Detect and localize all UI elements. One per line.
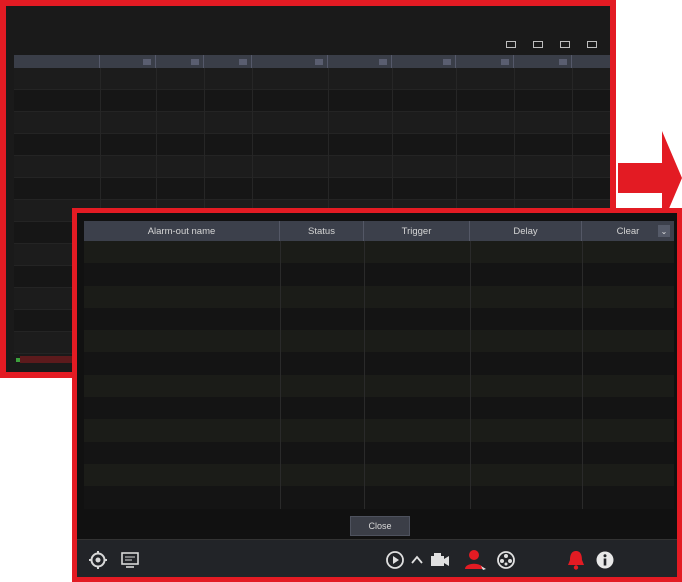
play-icon[interactable] [383,548,407,572]
background-column-header[interactable] [156,55,204,68]
chevron-down-icon[interactable]: ⌄ [658,225,670,237]
camera-reel-icon[interactable] [493,548,519,572]
background-column-header[interactable] [252,55,328,68]
column-divider [280,241,281,509]
table-row [14,156,610,178]
table-row [84,307,674,331]
settings-icon[interactable] [85,548,111,572]
column-divider [364,241,365,509]
table-row [84,263,674,286]
monitor-icon[interactable] [117,548,143,572]
toolbar-icon [506,40,516,48]
background-toolbar [6,36,610,52]
background-column-header[interactable] [204,55,252,68]
alarm-bell-icon[interactable] [563,548,589,572]
background-column-header[interactable] [14,55,100,68]
column-header-trigger[interactable]: Trigger [364,221,470,241]
dropdown-icon[interactable] [239,58,247,65]
table-row [84,241,674,264]
table-row [84,330,674,353]
column-header-clear[interactable]: Clear ⌄ [582,221,674,241]
dropdown-icon[interactable] [559,58,567,65]
toolbar-icon [587,40,597,48]
dropdown-icon[interactable] [501,58,509,65]
table-row [84,397,674,420]
table-row [14,178,610,200]
table-row [84,419,674,442]
background-column-header[interactable] [456,55,514,68]
table-row [84,352,674,375]
info-icon[interactable] [593,548,617,572]
background-column-header[interactable] [572,55,610,68]
dropdown-icon[interactable] [315,58,323,65]
toolbar-icon [533,40,543,48]
alarm-out-dialog: Alarm-out name Status Trigger Delay Clea… [72,208,682,582]
taskbar [77,539,677,577]
table-row [84,441,674,464]
background-column-header[interactable] [100,55,156,68]
toolbar-icon [560,40,570,48]
dropdown-icon[interactable] [379,58,387,65]
alarm-user-icon[interactable] [461,548,489,572]
close-button[interactable]: Close [350,516,410,536]
table-row [14,134,610,156]
table-row [14,90,610,112]
background-column-header[interactable] [514,55,572,68]
background-column-header[interactable] [392,55,456,68]
background-toolbar-item-2[interactable] [533,36,546,52]
column-divider [582,241,583,509]
dropdown-icon[interactable] [191,58,199,65]
dropdown-icon[interactable] [143,58,151,65]
horizontal-scrollbar[interactable] [20,356,76,363]
dropdown-icon[interactable] [443,58,451,65]
table-row [14,112,610,134]
column-header-alarm-out-name[interactable]: Alarm-out name [84,221,280,241]
table-row [14,68,610,90]
table-row [84,463,674,487]
table-row [84,374,674,398]
column-header-delay[interactable]: Delay [470,221,582,241]
column-header-status[interactable]: Status [280,221,364,241]
alarm-out-table-body [84,241,674,509]
background-toolbar-item-4[interactable] [587,36,600,52]
table-row [84,285,674,308]
background-column-header[interactable] [328,55,392,68]
background-table-header [14,55,610,68]
column-divider [470,241,471,509]
table-row [84,486,674,509]
background-toolbar-item-3[interactable] [560,36,573,52]
background-toolbar-item-1[interactable] [506,36,519,52]
alarm-out-table-header: Alarm-out name Status Trigger Delay Clea… [84,221,674,241]
expand-up-icon[interactable] [409,548,425,572]
camera-icon[interactable] [427,548,453,572]
